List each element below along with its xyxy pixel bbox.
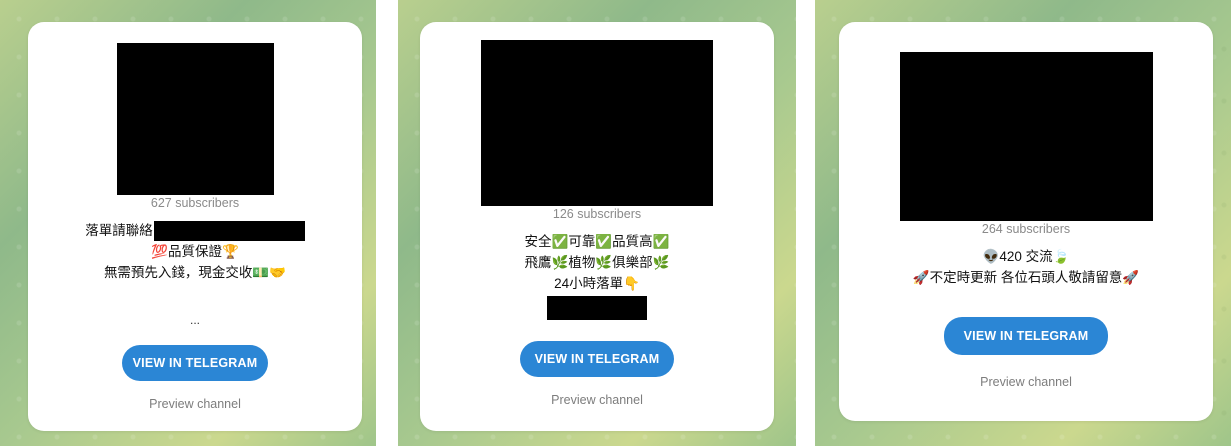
- description-line: 24小時落單👇: [554, 276, 640, 291]
- channel-avatar-redacted: [116, 43, 274, 195]
- description-more-ellipsis: ...: [189, 313, 200, 328]
- channel-preview-panel-3: 264 subscribers 👽420 交流🍃 🚀不定時更新 各位石頭人敬請留…: [815, 0, 1231, 446]
- preview-channel-link[interactable]: Preview channel: [551, 393, 643, 407]
- subscriber-count: 264 subscribers: [981, 222, 1071, 236]
- description-line: 💯品質保證🏆: [151, 244, 239, 260]
- channel-avatar-redacted: [899, 52, 1153, 221]
- redacted-contact: [153, 221, 305, 242]
- channel-card: 126 subscribers 安全✅可靠✅品質高✅ 飛鷹🌿植物🌿俱樂部🌿 24…: [420, 22, 774, 431]
- view-in-telegram-button[interactable]: VIEW IN TELEGRAM: [944, 317, 1108, 355]
- channel-avatar-redacted: [481, 40, 713, 206]
- channel-description: 安全✅可靠✅品質高✅ 飛鷹🌿植物🌿俱樂部🌿 24小時落單👇: [524, 231, 670, 320]
- description-line: [525, 294, 670, 320]
- subscriber-count: 126 subscribers: [552, 207, 642, 221]
- preview-channel-link[interactable]: Preview channel: [149, 397, 241, 411]
- description-line: 安全✅可靠✅品質高✅: [524, 234, 670, 249]
- channel-card: 264 subscribers 👽420 交流🍃 🚀不定時更新 各位石頭人敬請留…: [839, 22, 1213, 421]
- description-text: 落單請聯絡: [85, 223, 153, 238]
- redacted-contact: [547, 296, 647, 320]
- description-line: 飛鷹🌿植物🌿俱樂部🌿: [524, 255, 670, 270]
- view-in-telegram-button[interactable]: VIEW IN TELEGRAM: [122, 345, 268, 382]
- subscriber-count: 627 subscribers: [150, 196, 240, 210]
- description-line: 🚀不定時更新 各位石頭人敬請留意🚀: [912, 270, 1140, 285]
- channel-description: 落單請聯絡 💯品質保證🏆 無需預先入錢，現金交收💵🤝: [85, 220, 305, 283]
- channel-description: 👽420 交流🍃 🚀不定時更新 各位石頭人敬請留意🚀: [913, 246, 1139, 288]
- channel-preview-panel-1: 627 subscribers 落單請聯絡 💯品質保證🏆 無需預先入錢，現金交收…: [0, 0, 376, 446]
- channel-card: 627 subscribers 落單請聯絡 💯品質保證🏆 無需預先入錢，現金交收…: [28, 22, 362, 431]
- description-line: 落單請聯絡: [85, 220, 305, 242]
- view-in-telegram-button[interactable]: VIEW IN TELEGRAM: [520, 341, 674, 377]
- channel-preview-panel-2: 126 subscribers 安全✅可靠✅品質高✅ 飛鷹🌿植物🌿俱樂部🌿 24…: [398, 0, 796, 446]
- preview-channel-link[interactable]: Preview channel: [980, 375, 1072, 389]
- description-line: 無需預先入錢，現金交收💵🤝: [103, 265, 287, 281]
- description-line: 👽420 交流🍃: [982, 249, 1070, 264]
